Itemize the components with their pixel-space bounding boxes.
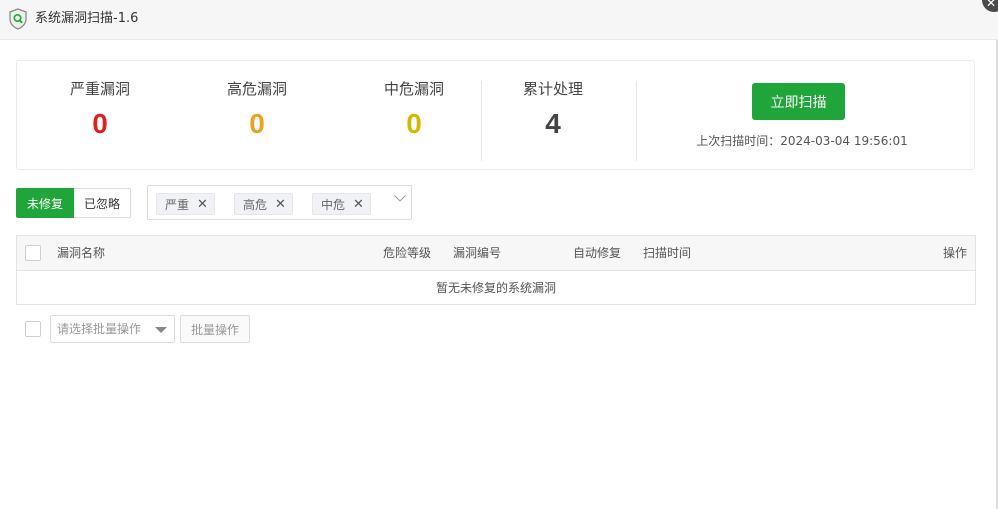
- stat-label: 高危漏洞: [226, 80, 287, 98]
- shield-icon: [9, 8, 27, 30]
- filter-chip-medium: 中危 ✕: [312, 193, 371, 215]
- filter-chip-high: 高危 ✕: [234, 193, 293, 215]
- stat-critical: 严重漏洞 0: [40, 79, 160, 141]
- chip-label: 中危: [321, 197, 346, 212]
- stat-value: 0: [249, 108, 265, 139]
- stat-value: 4: [545, 108, 561, 139]
- title-bar: 系统漏洞扫描-1.6: [0, 0, 998, 40]
- caret-down-icon: [155, 327, 167, 333]
- remove-chip-icon[interactable]: ✕: [197, 197, 208, 212]
- filter-chip-critical: 严重 ✕: [156, 193, 215, 215]
- summary-panel: 严重漏洞 0 高危漏洞 0 中危漏洞 0 累计处理 4 立即扫描 上次扫描时间：…: [16, 60, 975, 170]
- chevron-down-icon[interactable]: [394, 190, 406, 202]
- chip-label: 严重: [165, 197, 190, 212]
- stat-high: 高危漏洞 0: [197, 79, 317, 141]
- remove-chip-icon[interactable]: ✕: [353, 197, 364, 212]
- table-header: 漏洞名称 危险等级 漏洞编号 自动修复 扫描时间 操作: [17, 236, 975, 271]
- batch-operation-button[interactable]: 批量操作: [180, 315, 250, 343]
- stat-label: 累计处理: [522, 80, 583, 98]
- chip-label: 高危: [243, 197, 268, 212]
- stat-value: 0: [406, 108, 422, 139]
- col-action: 操作: [943, 246, 968, 260]
- remove-chip-icon[interactable]: ✕: [275, 197, 286, 212]
- stat-value: 0: [92, 108, 108, 139]
- batch-checkbox[interactable]: [25, 321, 41, 337]
- col-number: 漏洞编号: [453, 246, 502, 260]
- window-title: 系统漏洞扫描-1.6: [35, 11, 139, 26]
- stat-label: 中危漏洞: [383, 80, 444, 98]
- stat-label: 严重漏洞: [69, 80, 130, 98]
- col-name: 漏洞名称: [57, 246, 106, 260]
- vulnerability-table: 漏洞名称 危险等级 漏洞编号 自动修复 扫描时间 操作 暂无未修复的系统漏洞: [16, 235, 976, 305]
- status-tabs: 未修复 已忽略: [16, 188, 132, 218]
- level-filter-select[interactable]: 严重 ✕ 高危 ✕ 中危 ✕: [147, 185, 412, 220]
- col-auto-fix: 自动修复: [573, 246, 622, 260]
- scan-now-button[interactable]: 立即扫描: [752, 83, 845, 120]
- empty-message: 暂无未修复的系统漏洞: [435, 281, 556, 295]
- select-placeholder: 请选择批量操作: [57, 322, 142, 336]
- select-all-checkbox[interactable]: [25, 245, 41, 261]
- divider: [481, 81, 482, 161]
- stat-medium: 中危漏洞 0: [354, 79, 474, 141]
- tab-ignored[interactable]: 已忽略: [74, 188, 132, 218]
- col-scan-time: 扫描时间: [643, 246, 692, 260]
- batch-operation-select[interactable]: 请选择批量操作: [50, 315, 175, 343]
- last-scan-time: 上次扫描时间：2024-03-04 19:56:01: [696, 134, 908, 148]
- tab-unfixed[interactable]: 未修复: [16, 188, 75, 218]
- col-level: 危险等级: [383, 246, 432, 260]
- divider: [636, 81, 637, 161]
- stat-handled: 累计处理 4: [493, 79, 613, 141]
